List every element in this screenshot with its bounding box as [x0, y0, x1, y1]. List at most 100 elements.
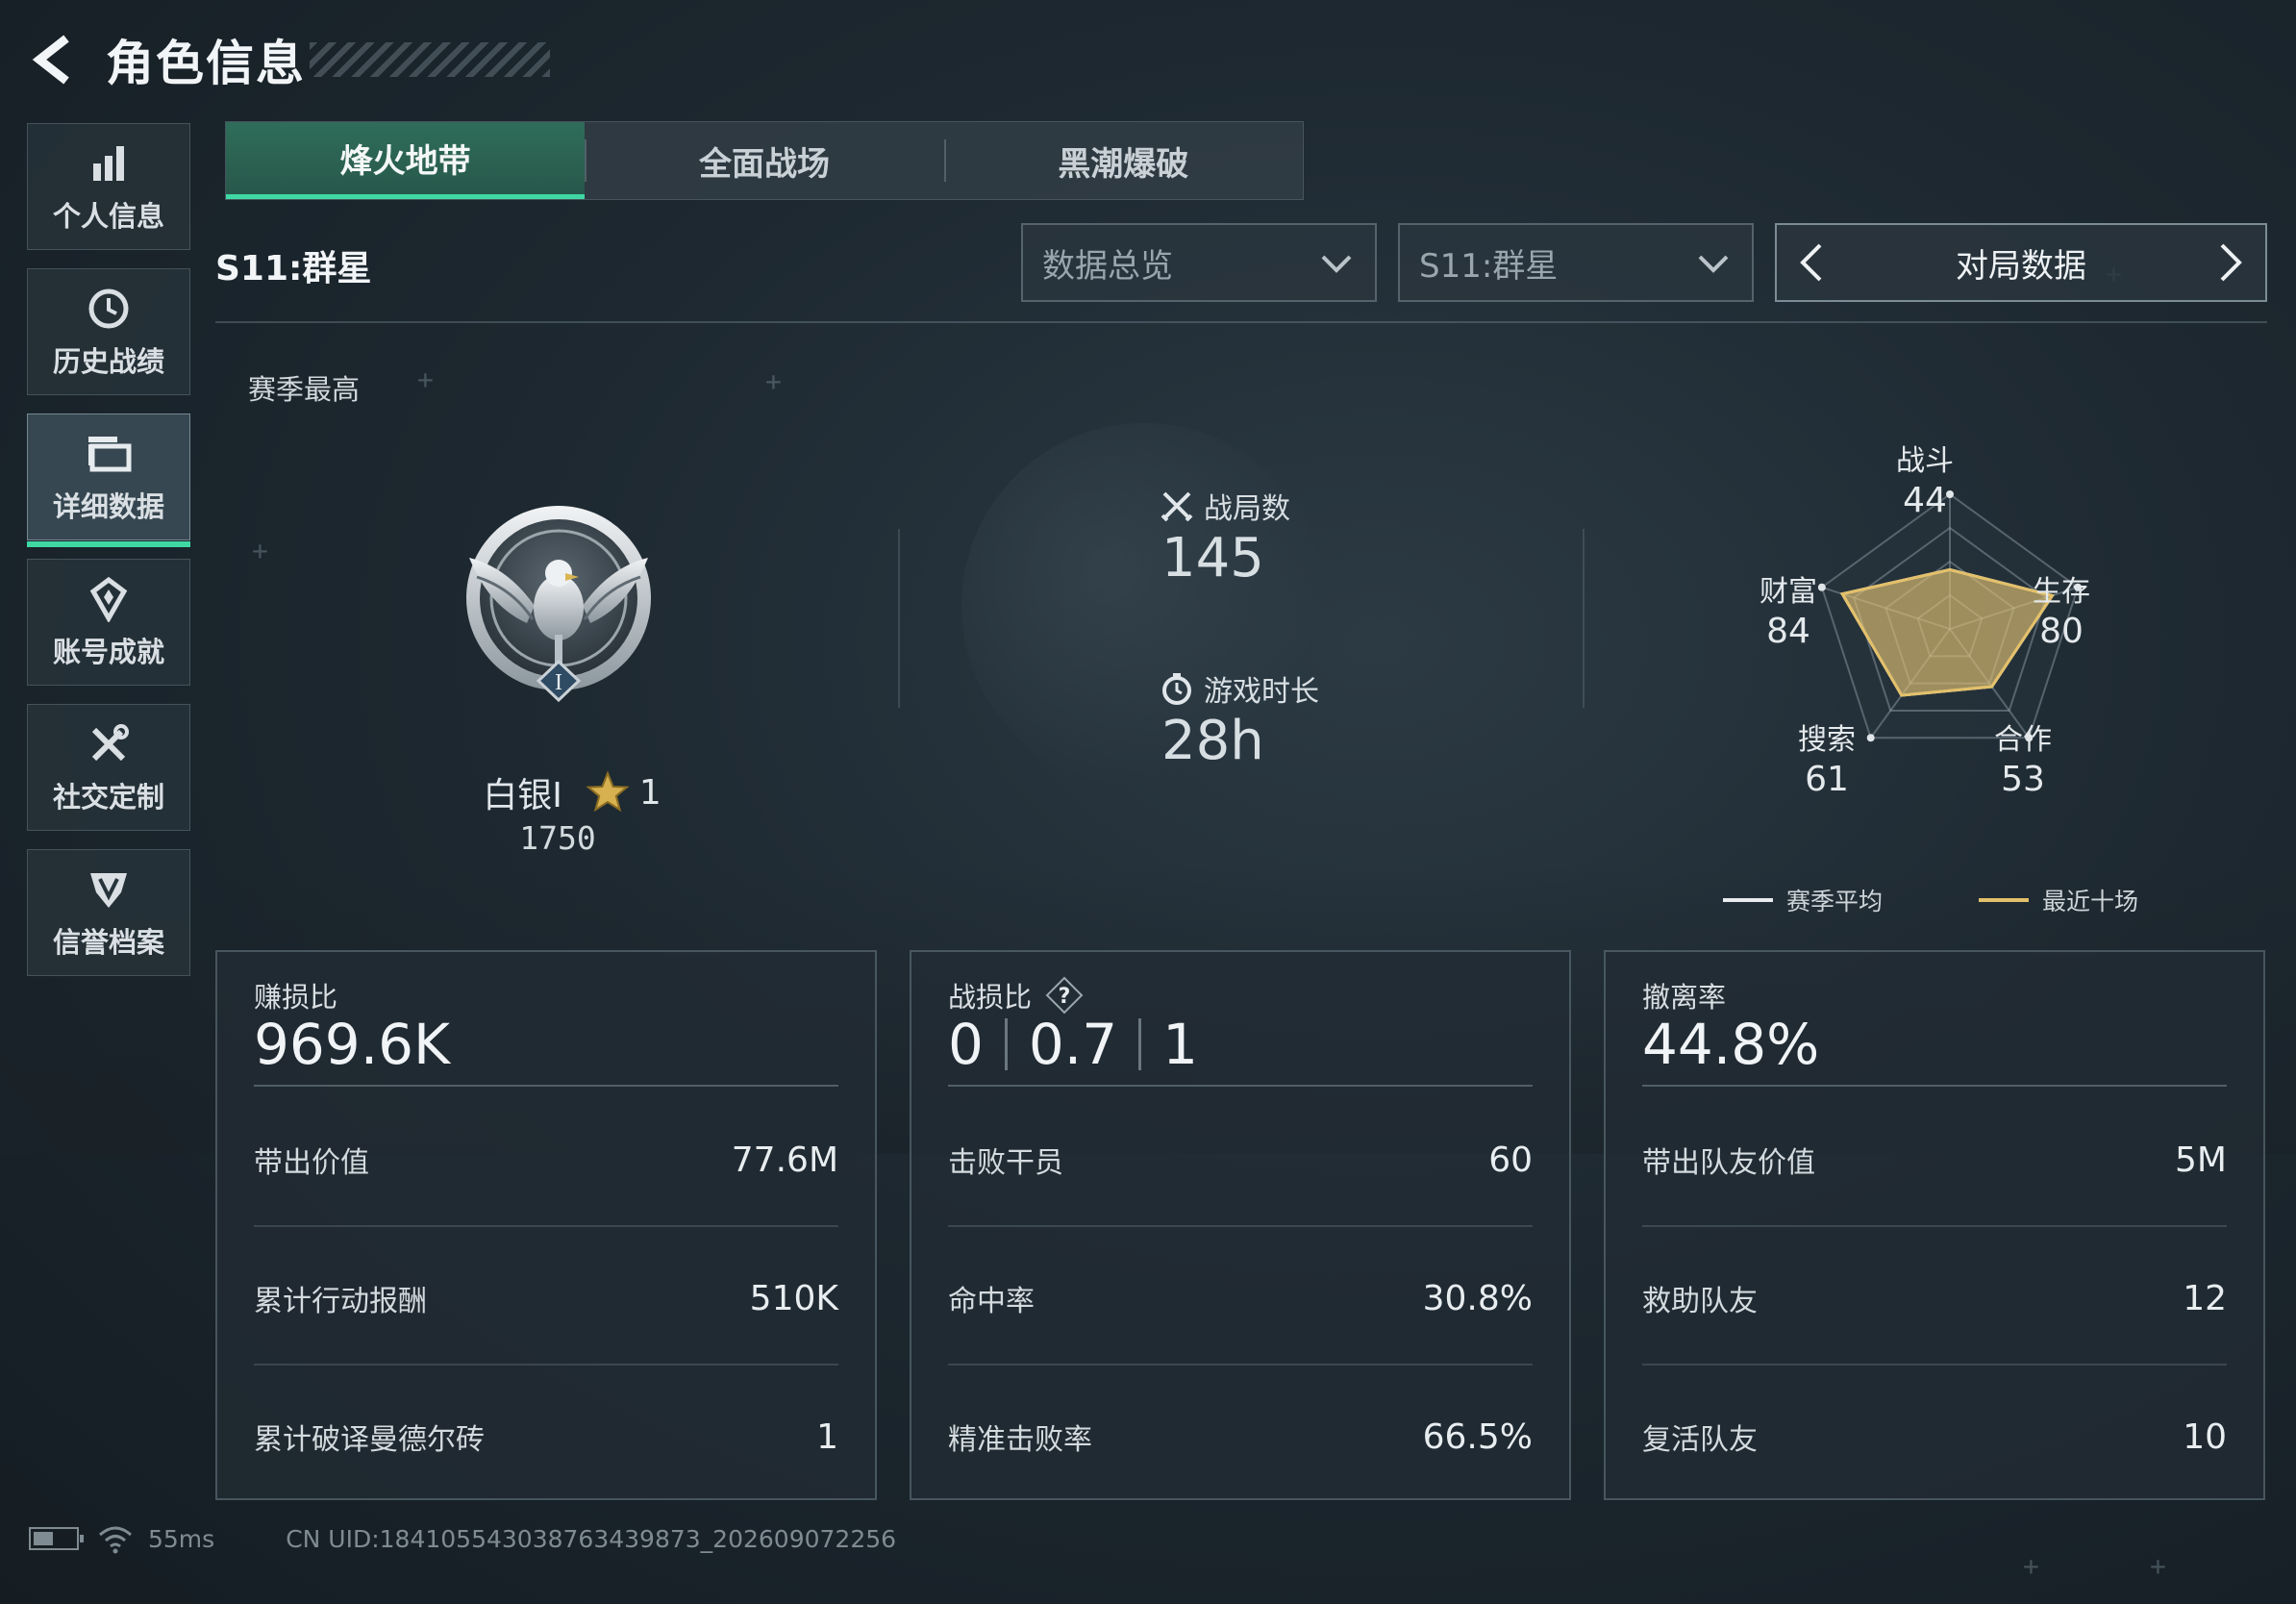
- stat-row: 累计行动报酬 510K: [254, 1229, 838, 1367]
- stat-row-value: 77.6M: [731, 1140, 838, 1180]
- season-dropdown-value: S11:群星: [1419, 246, 1559, 286]
- data-type-pager: 对局数据: [1775, 223, 2267, 302]
- stat-row-value: 66.5%: [1422, 1416, 1533, 1457]
- stat-row-value: 5M: [2175, 1140, 2227, 1180]
- chevron-right-icon[interactable]: [2209, 234, 2252, 291]
- stopwatch-icon: [1162, 673, 1191, 705]
- radar-axis-value: 61: [1805, 759, 1849, 799]
- kd-value-current: 0.7: [1028, 1012, 1118, 1077]
- matches-label: 战局数: [1204, 492, 1290, 526]
- battery-level: [34, 1532, 53, 1545]
- stat-row-value: 12: [2183, 1278, 2227, 1318]
- radar-axis-name: 搜索: [1798, 723, 1856, 757]
- player-uid: CN UID:184105543038763439873_20260907225…: [286, 1524, 897, 1553]
- wifi-icon: [99, 1526, 132, 1554]
- legend-label: 赛季平均: [1786, 888, 1884, 915]
- stat-row-value: 10: [2183, 1416, 2227, 1457]
- kd-ratio-card: 战损比 ? 0 0.7 1 击败干员 60 命中率 30.8% 精准击败率 66…: [910, 950, 1571, 1500]
- sidebar-item-credit[interactable]: 信誉档案: [27, 849, 190, 976]
- row-divider: [948, 1225, 1533, 1227]
- value-separator: [1004, 1018, 1008, 1070]
- title-hatch-decor: [310, 42, 550, 77]
- chevron-left-icon[interactable]: [1790, 234, 1833, 291]
- help-icon[interactable]: ?: [1045, 976, 1084, 1015]
- stat-row-value: 1: [816, 1416, 838, 1457]
- kd-value-max: 1: [1162, 1012, 1199, 1077]
- history-clock-icon: [84, 284, 134, 334]
- rank-stars: 1: [638, 772, 661, 813]
- rank-score: 1750: [519, 819, 596, 857]
- sidebar-nav: 个人信息 历史战绩 详细数据 账号成就 社交定制 信誉档案: [27, 123, 190, 994]
- tab-black-tide[interactable]: 黑潮爆破: [943, 122, 1303, 199]
- sidebar-item-label: 账号成就: [52, 636, 164, 668]
- stat-row: 命中率 30.8%: [948, 1229, 1533, 1367]
- stat-row-label: 命中率: [948, 1285, 1035, 1318]
- radar-label-combat: 战斗 44: [1877, 444, 1973, 522]
- page-title: 角色信息: [106, 36, 306, 91]
- chevron-down-icon: [1698, 255, 1729, 273]
- kd-value-min: 0: [948, 1012, 984, 1077]
- stat-row: 带出价值 77.6M: [254, 1090, 838, 1229]
- stat-row-label: 带出价值: [254, 1146, 369, 1180]
- svg-text:?: ?: [1059, 985, 1071, 1009]
- tab-full-battlefield[interactable]: 全面战场: [585, 122, 943, 199]
- row-divider: [948, 1364, 1533, 1366]
- sidebar-item-achievements[interactable]: 账号成就: [27, 559, 190, 686]
- status-footer: 55ms CN UID:184105543038763439873_202609…: [29, 1523, 896, 1554]
- stat-row: 救助队友 12: [1642, 1229, 2227, 1367]
- legend-recent-ten: 最近十场: [1979, 883, 2138, 917]
- overview-dropdown[interactable]: 数据总览: [1021, 223, 1377, 302]
- legend-season-avg: 赛季平均: [1723, 883, 1883, 917]
- radar-label-survival: 生存 80: [2013, 575, 2109, 653]
- row-divider: [1642, 1364, 2227, 1366]
- legend-swatch: [1979, 898, 2029, 902]
- stat-row-label: 累计行动报酬: [254, 1285, 427, 1318]
- legend-swatch: [1723, 898, 1773, 902]
- stat-row: 累计破译曼德尔砖 1: [254, 1367, 838, 1506]
- sidebar-item-label: 信誉档案: [52, 926, 164, 959]
- profit-ratio-card: 赚损比 969.6K 带出价值 77.6M 累计行动报酬 510K 累计破译曼德…: [215, 950, 877, 1500]
- stat-row-label: 带出队友价值: [1642, 1146, 1815, 1180]
- legend-label: 最近十场: [2042, 888, 2139, 915]
- card-title: 战损比: [948, 981, 1033, 1014]
- rank-name: 白银I: [483, 776, 562, 815]
- summary-divider: [898, 529, 900, 708]
- stat-row-label: 救助队友: [1642, 1285, 1758, 1318]
- matches-value: 145: [1161, 527, 1264, 589]
- radar-axis-value: 53: [2001, 759, 2045, 799]
- stat-row-value: 60: [1488, 1140, 1533, 1180]
- crossed-swords-icon: [1160, 491, 1193, 522]
- tab-beacon-zone[interactable]: 烽火地带: [226, 122, 586, 199]
- stat-row: 带出队友价值 5M: [1642, 1090, 2227, 1229]
- playtime-label: 游戏时长: [1204, 675, 1319, 709]
- radar-axis-name: 合作: [1994, 723, 2052, 757]
- star-icon: [586, 770, 630, 813]
- achievement-icon: [84, 574, 134, 624]
- rank-row: 白银I 1: [462, 767, 683, 817]
- sidebar-item-social[interactable]: 社交定制: [27, 704, 190, 831]
- sidebar-item-history[interactable]: 历史战绩: [27, 268, 190, 395]
- stat-row: 复活队友 10: [1642, 1367, 2227, 1506]
- header-bar: 角色信息: [27, 23, 550, 96]
- ping-value: 55ms: [148, 1524, 215, 1553]
- pager-label: 对局数据: [1956, 246, 2086, 286]
- sidebar-item-personal-info[interactable]: 个人信息: [27, 123, 190, 250]
- battery-icon: [29, 1527, 84, 1550]
- sidebar-item-label: 详细数据: [52, 490, 164, 523]
- sidebar-item-detail-data[interactable]: 详细数据: [27, 414, 190, 547]
- matches-label-row: 战局数: [1160, 485, 1290, 527]
- radar-axis-value: 80: [2039, 611, 2084, 651]
- stat-row-label: 复活队友: [1642, 1423, 1758, 1457]
- stat-row-value: 510K: [749, 1278, 838, 1318]
- tools-icon: [84, 719, 134, 769]
- card-title: 赚损比: [254, 981, 338, 1014]
- summary-divider: [1583, 529, 1585, 708]
- kd-ratio-values: 0 0.7 1: [948, 1012, 1198, 1077]
- chevron-down-icon: [1321, 255, 1352, 273]
- season-dropdown[interactable]: S11:群星: [1398, 223, 1754, 302]
- back-arrow-icon[interactable]: [27, 31, 77, 88]
- silver-rank-badge-icon: I: [466, 506, 651, 703]
- stat-row: 精准击败率 66.5%: [948, 1367, 1533, 1506]
- folder-icon: [84, 429, 134, 479]
- sidebar-item-label: 个人信息: [52, 200, 164, 233]
